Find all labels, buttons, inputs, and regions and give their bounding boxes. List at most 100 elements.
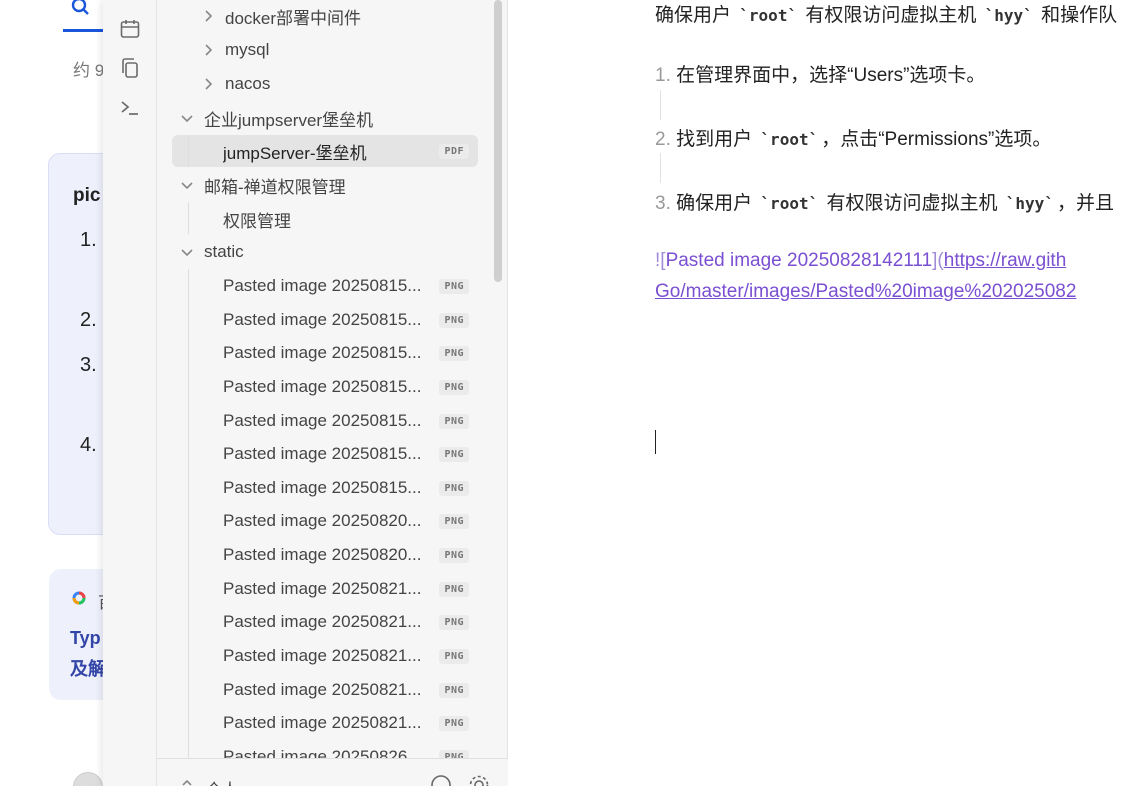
- answer-list-number: 2.: [80, 309, 97, 331]
- step-text: 在管理界面中，选择“Users”选项卡。: [676, 65, 986, 86]
- step-text: ，并且: [1056, 193, 1114, 214]
- editor-line: 确保用户 `root` 有权限访问虚拟主机 `hyy` 和操作队: [655, 0, 1117, 27]
- file-type-badge: PNG: [439, 379, 469, 395]
- file-label: Pasted image 20250821...: [223, 612, 422, 631]
- file-label: Pasted image 20250821...: [223, 680, 422, 699]
- answer-list-number: 3.: [80, 354, 97, 376]
- result-count: 约 9: [73, 61, 105, 80]
- link-syntax: ![: [655, 250, 666, 271]
- image-url[interactable]: Go/master/images/Pasted%20image%20202508…: [655, 281, 1076, 302]
- folder-static[interactable]: static: [179, 236, 244, 268]
- chevron-right-icon: [205, 44, 213, 56]
- image-alt-text[interactable]: Pasted image 20250828142111: [666, 250, 933, 271]
- chevron-down-icon: [181, 249, 193, 257]
- file-label: Pasted image 20250821...: [223, 579, 422, 598]
- static-file[interactable]: Pasted image 20250821... PNG: [223, 707, 469, 739]
- static-file[interactable]: Pasted image 20250815... PNG: [223, 438, 469, 470]
- file-jumpserver[interactable]: jumpServer-堡垒机 PDF: [223, 135, 469, 167]
- static-file[interactable]: Pasted image 20250821... PNG: [223, 674, 469, 706]
- folder-label: mysql: [225, 40, 270, 59]
- answer-card-title: pic: [73, 185, 101, 206]
- gear-icon[interactable]: [468, 774, 490, 786]
- help-icon[interactable]: [430, 774, 452, 786]
- image-embed-link[interactable]: ![Pasted image 20250828142111](https://r…: [655, 250, 1066, 272]
- static-file[interactable]: Pasted image 20250815... PNG: [223, 472, 469, 504]
- static-file[interactable]: Pasted image 20250821... PNG: [223, 573, 469, 605]
- chevron-down-icon: [181, 182, 193, 190]
- file-type-badge: PNG: [439, 413, 469, 429]
- step-text: ，点击“Permissions”选项。: [821, 129, 1052, 150]
- static-file[interactable]: Pasted image 20250815... PNG: [223, 270, 469, 302]
- folder-nacos[interactable]: nacos: [200, 68, 270, 100]
- chevron-up-icon[interactable]: [180, 776, 194, 786]
- calendar-icon[interactable]: [119, 18, 141, 40]
- static-file[interactable]: Pasted image 20250821... PNG: [223, 640, 469, 672]
- inline-code: `hyy`: [984, 6, 1033, 25]
- answer-list-number: 1.: [80, 229, 97, 251]
- file-label: 权限管理: [223, 211, 291, 231]
- file-label: Pasted image 20250821...: [223, 646, 422, 665]
- inline-code: `root`: [760, 130, 819, 149]
- static-file[interactable]: Pasted image 20250820... PNG: [223, 505, 469, 537]
- file-label: Pasted image 20250820...: [223, 511, 422, 530]
- file-label: Pasted image 20250815...: [223, 377, 422, 396]
- chevron-right-icon: [205, 78, 213, 90]
- image-url-continuation[interactable]: Go/master/images/Pasted%20image%20202508…: [655, 281, 1076, 303]
- step-text: 找到用户: [676, 129, 758, 150]
- file-type-badge: PNG: [439, 715, 469, 731]
- terminal-icon[interactable]: [119, 97, 141, 119]
- editor-pane[interactable]: [508, 0, 1128, 786]
- folder-label: 企业jumpserver堡垒机: [204, 110, 374, 130]
- static-file[interactable]: Pasted image 20250815... PNG: [223, 337, 469, 369]
- chevron-down-icon: [181, 115, 193, 123]
- static-file[interactable]: Pasted image 20250820... PNG: [223, 539, 469, 571]
- image-url[interactable]: https://raw.gith: [944, 250, 1067, 271]
- answer-list-number: 4.: [80, 434, 97, 456]
- file-type-badge: PNG: [439, 581, 469, 597]
- file-label: Pasted image 20250815...: [223, 444, 422, 463]
- vault-name[interactable]: 个人: [206, 776, 238, 786]
- ribbon: [103, 0, 157, 786]
- folder-label: 邮箱-禅道权限管理: [204, 177, 346, 197]
- indent-guide: [188, 269, 189, 786]
- file-type-badge: PNG: [439, 278, 469, 294]
- link-syntax: ](: [932, 250, 944, 271]
- static-file[interactable]: Pasted image 20250815... PNG: [223, 405, 469, 437]
- line-text: 确保用户: [655, 5, 737, 26]
- text-cursor: [655, 430, 656, 454]
- file-type-badge: PNG: [439, 446, 469, 462]
- folder-docker[interactable]: docker部署中间件: [200, 0, 361, 32]
- indent-guide: [188, 135, 189, 167]
- step-number: 3.: [655, 193, 671, 214]
- list-guide-line: [660, 90, 661, 120]
- file-type-badge: PNG: [439, 614, 469, 630]
- step-item: 2. 找到用户 `root` ，点击“Permissions”选项。: [655, 124, 1051, 151]
- folder-mail-permissions[interactable]: 邮箱-禅道权限管理: [179, 169, 346, 201]
- file-label: Pasted image 20250815...: [223, 343, 422, 362]
- file-label: Pasted image 20250821...: [223, 713, 422, 732]
- file-label: jumpServer-堡垒机: [223, 143, 367, 163]
- line-text: 和操作队: [1035, 5, 1118, 26]
- step-text: 确保用户: [676, 193, 758, 214]
- step-text: 有权限访问虚拟主机: [821, 193, 1003, 214]
- search-icon[interactable]: [71, 0, 91, 18]
- inline-code: `hyy`: [1005, 194, 1054, 213]
- folder-mysql[interactable]: mysql: [200, 34, 269, 66]
- folder-label: docker部署中间件: [225, 8, 362, 28]
- source-title-line[interactable]: Typ: [70, 623, 101, 654]
- avatar[interactable]: [73, 772, 103, 786]
- inline-code: `root`: [739, 6, 798, 25]
- static-file[interactable]: Pasted image 20250815... PNG: [223, 371, 469, 403]
- list-guide-line: [660, 153, 661, 183]
- source-title-line[interactable]: 及解: [70, 654, 106, 685]
- file-label: Pasted image 20250815...: [223, 310, 422, 329]
- explorer-scrollbar[interactable]: [494, 0, 502, 282]
- file-label: Pasted image 20250815...: [223, 411, 422, 430]
- file-type-badge: PNG: [439, 312, 469, 328]
- file-type-badge: PNG: [439, 547, 469, 563]
- copy-icon[interactable]: [119, 57, 141, 79]
- static-file[interactable]: Pasted image 20250821... PNG: [223, 606, 469, 638]
- folder-jumpserver[interactable]: 企业jumpserver堡垒机: [179, 102, 373, 134]
- file-permissions[interactable]: 权限管理: [223, 203, 469, 235]
- static-file[interactable]: Pasted image 20250815... PNG: [223, 304, 469, 336]
